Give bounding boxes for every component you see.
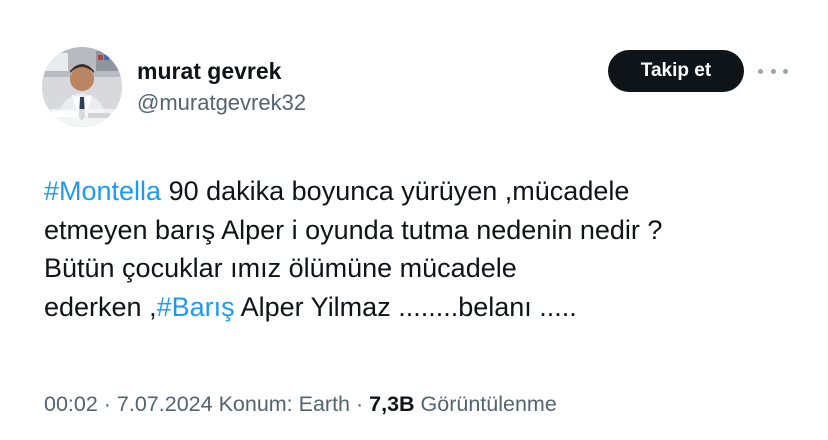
tweet-meta: 00:02 · 7.07.2024 Konum: Earth · 7,3B Gö…	[44, 390, 557, 418]
tweet-date[interactable]: 7.07.2024	[117, 392, 213, 416]
views-count[interactable]: 7,3B	[369, 392, 414, 416]
display-name[interactable]: murat gevrek	[137, 57, 281, 85]
tweet-line: Bütün çocuklar ımız ölümüne mücadele	[44, 253, 517, 283]
tweet-location: Konum: Earth	[218, 392, 351, 416]
hashtag-link[interactable]: #Montella	[44, 176, 161, 206]
user-handle[interactable]: @muratgevrek32	[137, 89, 306, 117]
more-dot	[783, 68, 788, 74]
avatar[interactable]	[42, 47, 122, 127]
tweet-line: etmeyen barış Alper i oyunda tutma neden…	[44, 214, 663, 245]
views-label: Görüntülenme	[414, 392, 557, 416]
tweet-line: ederken ,#Barış Alper Yilmaz ........bel…	[44, 288, 804, 327]
tweet-line-prefix: ederken ,	[44, 291, 157, 322]
tweet-line: #Montella 90 dakika boyunca yürüyen ,müc…	[44, 172, 804, 211]
more-dot	[758, 68, 763, 74]
more-dot	[770, 68, 776, 74]
tweet-line-text: 90 dakika boyunca yürüyen ,mücadele	[161, 176, 630, 206]
tweet-line-suffix: Alper Yilmaz ........belanı .....	[234, 291, 577, 322]
tweet-card: murat gevrek @muratgevrek32 Takip et #Mo…	[0, 0, 828, 440]
tweet-text: #Montella 90 dakika boyunca yürüyen ,müc…	[44, 172, 804, 326]
profile-photo	[42, 47, 122, 127]
meta-separator: ·	[350, 392, 370, 416]
tweet-time[interactable]: 00:02	[44, 392, 98, 416]
hashtag-link[interactable]: #Barış	[157, 292, 235, 322]
meta-separator: ·	[97, 392, 117, 416]
more-horizontal-icon[interactable]	[758, 59, 788, 83]
follow-button[interactable]: Takip et	[608, 50, 744, 92]
